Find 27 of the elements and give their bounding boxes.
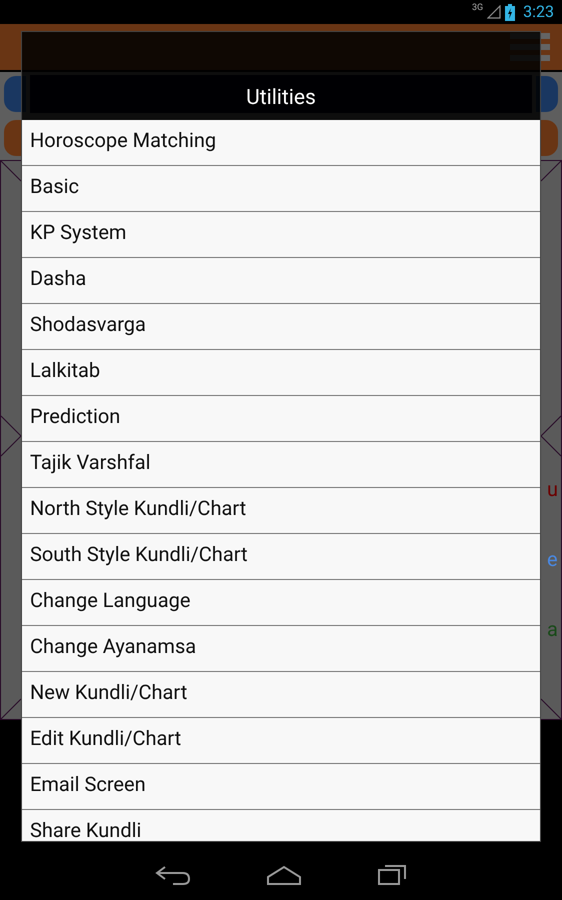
chart-text: e — [546, 546, 558, 573]
menu-item[interactable]: Email Screen — [22, 764, 540, 810]
chart-text: a — [546, 616, 558, 643]
menu-item[interactable]: Edit Kundli/Chart — [22, 718, 540, 764]
menu-item[interactable]: South Style Kundli/Chart — [22, 534, 540, 580]
back-icon[interactable] — [155, 865, 191, 885]
menu-item[interactable]: Basic — [22, 166, 540, 212]
menu-item[interactable]: New Kundli/Chart — [22, 672, 540, 718]
chart-text: u — [546, 476, 558, 503]
menu-item[interactable]: Tajik Varshfal — [22, 442, 540, 488]
home-icon[interactable] — [266, 865, 302, 885]
menu-item[interactable]: North Style Kundli/Chart — [22, 488, 540, 534]
menu-item[interactable]: Change Language — [22, 580, 540, 626]
recent-apps-icon[interactable] — [377, 865, 407, 885]
clock-time: 3:23 — [523, 1, 554, 23]
network-label: 3G — [472, 2, 484, 15]
menu-item[interactable]: Lalkitab — [22, 350, 540, 396]
battery-icon — [505, 4, 516, 20]
menu-item[interactable]: Horoscope Matching — [22, 120, 540, 166]
signal-icon — [487, 5, 502, 19]
menu-item[interactable]: Prediction — [22, 396, 540, 442]
menu-item[interactable]: Dasha — [22, 258, 540, 304]
dialog-title: Utilities — [246, 84, 316, 112]
menu-item[interactable]: Shodasvarga — [22, 304, 540, 350]
menu-item[interactable]: KP System — [22, 212, 540, 258]
menu-item[interactable]: Share Kundli — [22, 810, 540, 841]
menu-item[interactable]: Change Ayanamsa — [22, 626, 540, 672]
